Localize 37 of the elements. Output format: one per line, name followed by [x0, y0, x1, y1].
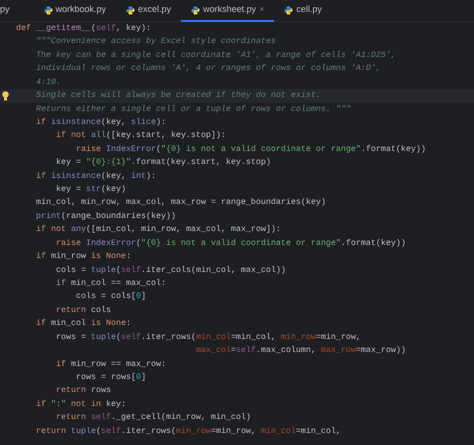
code-line: if min_col is None:	[34, 317, 132, 330]
code-line: key = str(key)	[54, 183, 127, 196]
code-line: key = "{0}:{1}".format(key.start, key.stop)	[54, 156, 272, 170]
code-line: rows = tuple(self.iter_rows(min_col=min_col, min_row=min_row,	[54, 330, 362, 344]
code-line: if min_row is None:	[34, 250, 132, 264]
editor-tab[interactable]: excel.py	[116, 0, 182, 22]
code-line: return rows	[54, 384, 112, 398]
code-line: min_col, min_row, max_col, max_row = range_boundaries(key)	[34, 196, 327, 210]
code-line: The key can be a single cell coordinate 'A1', a range of cells 'A1:D25',	[34, 48, 397, 62]
code-line: Returns either a single cell or a tuple of rows or columns. """	[34, 102, 352, 116]
code-line: rows = rows[0]	[74, 370, 147, 384]
code-line: print(range_boundaries(key))	[34, 210, 177, 223]
code-line: if ":" not in key:	[34, 398, 127, 411]
editor-tab[interactable]: py	[0, 0, 20, 22]
lightbulb-icon[interactable]	[2, 91, 9, 102]
code-line: if isinstance(key, slice):	[34, 116, 167, 129]
code-line: if not any([min_col, min_row, max_col, max_row]):	[34, 223, 282, 236]
code-line: if min_col == max_col:	[54, 277, 167, 290]
editor-tab[interactable]: worksheet.py ×	[181, 0, 274, 22]
code-line: raise IndexError("{0} is not a valid coordinate or range".format(key))	[54, 236, 407, 250]
editor-tab[interactable]: cell.py	[274, 0, 332, 22]
code-line: """Convenience access by Excel style coordinates	[34, 35, 277, 48]
code-line: cols = cols[0]	[74, 290, 147, 304]
code-line: return cols	[54, 304, 112, 317]
close-icon[interactable]: ×	[259, 3, 264, 17]
code-line: def __getitem__(self, key):	[15, 22, 152, 35]
code-line: return tuple(self.iter_rows(min_row=min_row, min_col=min_col,	[34, 424, 342, 438]
code-line: return self._get_cell(min_row, min_col)	[54, 411, 252, 424]
code-line: if min_row == max_row:	[54, 358, 167, 371]
code-line: 4:10.	[34, 76, 62, 89]
code-line: if isinstance(key, int):	[34, 170, 157, 183]
code-line: if not all([key.start, key.stop]):	[54, 129, 227, 142]
editor-tab[interactable]: workbook.py	[34, 0, 116, 22]
code-line: max_col=self.max_column, max_row=max_row))	[194, 344, 407, 358]
code-line: cols = tuple(self.iter_cols(min_col, max_col))	[54, 264, 287, 277]
code-line: raise IndexError("{0} is not a valid coordinate or range".format(key))	[74, 142, 427, 156]
code-line: individual rows or columns 'A', 4 or ranges of rows or columns 'A:D',	[34, 62, 382, 76]
